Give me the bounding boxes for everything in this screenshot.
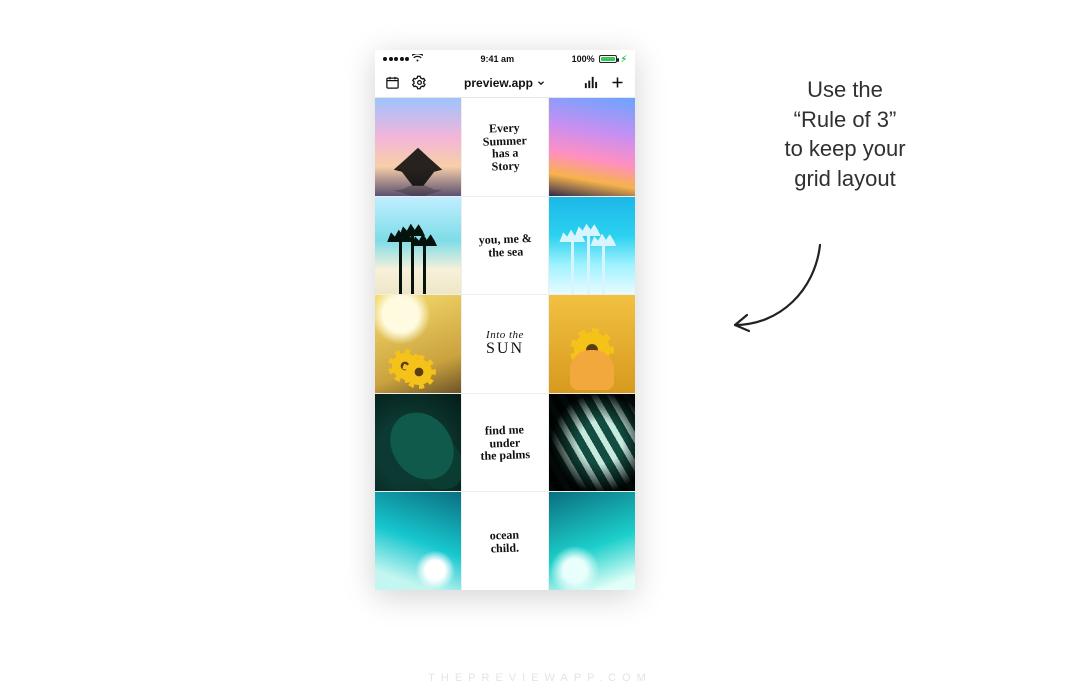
status-time: 9:41 am: [481, 54, 515, 64]
grid-tile-quote[interactable]: Every Summer has a Story: [462, 98, 548, 196]
quote-text: Into theSUN: [480, 330, 530, 358]
grid-tile[interactable]: [375, 295, 461, 393]
status-bar: 9:41 am 100% ⚡︎: [375, 50, 635, 68]
chevron-down-icon: [536, 78, 546, 88]
annotation-text: Use the “Rule of 3” to keep your grid la…: [730, 75, 960, 194]
grid-tile-quote[interactable]: Into theSUN: [462, 295, 548, 393]
app-toolbar: preview.app: [375, 68, 635, 98]
grid-tile-quote[interactable]: ocean child.: [462, 492, 548, 590]
status-right: 100% ⚡︎: [572, 54, 627, 65]
grid-tile[interactable]: [549, 197, 635, 295]
quote-text: ocean child.: [484, 528, 526, 555]
feed-grid: Every Summer has a Story you, me & the s…: [375, 98, 635, 590]
account-name: preview.app: [464, 76, 533, 90]
yoga-silhouette: [391, 148, 445, 188]
wifi-icon: [412, 54, 423, 64]
grid-tile[interactable]: [375, 492, 461, 590]
quote-text: you, me & the sea: [472, 232, 538, 259]
phone-mockup: 9:41 am 100% ⚡︎ preview.app: [375, 50, 635, 590]
grid-tile-quote[interactable]: you, me & the sea: [462, 197, 548, 295]
grid-tile[interactable]: [549, 98, 635, 196]
grid-tile[interactable]: [375, 394, 461, 492]
charging-icon: ⚡︎: [621, 54, 627, 65]
account-selector[interactable]: preview.app: [464, 76, 546, 90]
arrow-icon: [720, 235, 840, 355]
status-left: [383, 54, 423, 64]
add-icon[interactable]: [610, 75, 625, 90]
grid-tile[interactable]: [549, 394, 635, 492]
watermark: THEPREVIEWAPP.COM: [0, 672, 1080, 684]
grid-tile[interactable]: [549, 492, 635, 590]
stage: 9:41 am 100% ⚡︎ preview.app: [0, 0, 1080, 700]
quote-text: find me under the palms: [474, 423, 537, 463]
grid-tile[interactable]: [375, 197, 461, 295]
battery-percent: 100%: [572, 54, 595, 64]
quote-text: Every Summer has a Story: [476, 121, 534, 173]
analytics-icon[interactable]: [583, 75, 598, 90]
calendar-icon[interactable]: [385, 75, 400, 90]
signal-icon: [383, 57, 409, 61]
grid-tile[interactable]: [549, 295, 635, 393]
battery-icon: [599, 55, 617, 63]
grid-tile[interactable]: [375, 98, 461, 196]
settings-icon[interactable]: [412, 75, 427, 90]
grid-tile-quote[interactable]: find me under the palms: [462, 394, 548, 492]
